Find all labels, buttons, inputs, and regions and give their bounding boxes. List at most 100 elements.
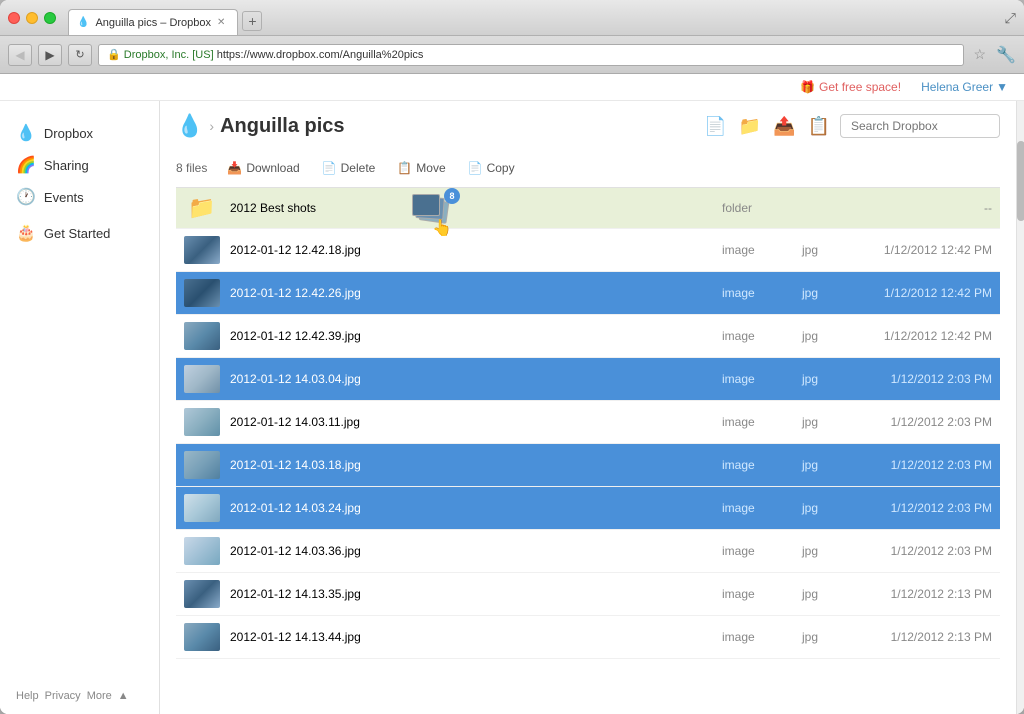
- maximize-button[interactable]: [44, 12, 56, 24]
- breadcrumb-separator: ›: [209, 118, 214, 134]
- table-row[interactable]: 2012-01-12 14.03.11.jpg image jpg 1/12/2…: [176, 401, 1000, 444]
- file-ext: jpg: [802, 329, 852, 343]
- new-folder-icon[interactable]: 📁: [737, 114, 763, 139]
- table-row[interactable]: 📁 2012 Best shots 8 👆: [176, 188, 1000, 229]
- move-button[interactable]: 📋 Move: [387, 157, 455, 179]
- file-name: 2012-01-12 14.03.04.jpg: [230, 372, 722, 386]
- more-link[interactable]: More: [87, 690, 112, 702]
- file-name: 2012-01-12 14.03.18.jpg: [230, 458, 722, 472]
- sidebar-label-events: Events: [44, 190, 84, 205]
- privacy-link[interactable]: Privacy: [45, 690, 81, 702]
- ssl-indicator: 🔒: [107, 48, 121, 61]
- more-arrow-icon: ▲: [118, 690, 129, 702]
- file-ext: jpg: [802, 630, 852, 644]
- breadcrumb: 💧 › Anguilla pics: [176, 113, 345, 139]
- download-icon: 📥: [227, 161, 242, 175]
- file-thumbnail: [184, 580, 220, 608]
- address-bar: ◀ ▶ ↻ 🔒 Dropbox, Inc. [US] https://www.d…: [0, 36, 1024, 74]
- table-row[interactable]: 2012-01-12 12.42.26.jpg image jpg 1/12/2…: [176, 272, 1000, 315]
- tab-close-button[interactable]: ✕: [217, 17, 225, 28]
- content-wrapper: 🎁 Get free space! Helena Greer ▼ 💧 Dropb…: [0, 74, 1024, 714]
- new-tab-button[interactable]: +: [242, 11, 262, 31]
- user-menu[interactable]: Helena Greer ▼: [921, 80, 1008, 94]
- refresh-button[interactable]: ↻: [68, 44, 92, 66]
- fullscreen-icon[interactable]: ⤢: [1005, 9, 1016, 26]
- file-thumbnail: [184, 236, 220, 264]
- file-date: 1/12/2012 12:42 PM: [852, 243, 992, 257]
- file-name: 2012-01-12 12.42.26.jpg: [230, 286, 722, 300]
- sidebar-item-events[interactable]: 🕐 Events: [0, 181, 159, 213]
- file-date: 1/12/2012 2:13 PM: [852, 630, 992, 644]
- file-ext: jpg: [802, 458, 852, 472]
- file-name: 2012-01-12 14.03.36.jpg: [230, 544, 722, 558]
- tab-title: Anguilla pics – Dropbox: [95, 17, 211, 29]
- delete-icon: 📄: [322, 161, 337, 175]
- url-bar[interactable]: 🔒 Dropbox, Inc. [US] https://www.dropbox…: [98, 44, 964, 66]
- file-count: 8 files: [176, 161, 207, 175]
- user-name-label: Helena Greer: [921, 80, 993, 94]
- sidebar-label-get-started: Get Started: [44, 226, 110, 241]
- dropbox-logo-icon: 💧: [176, 113, 203, 139]
- file-area: 💧 › Anguilla pics 📄 📁 📤 📋: [160, 101, 1016, 714]
- table-row[interactable]: 2012-01-12 14.03.24.jpg image jpg 1/12/2…: [176, 487, 1000, 530]
- tools-icon[interactable]: 🔧: [996, 45, 1016, 65]
- file-thumbnail: [184, 494, 220, 522]
- sidebar-label-dropbox: Dropbox: [44, 126, 93, 141]
- copy-icon: 📄: [468, 161, 483, 175]
- table-row[interactable]: 2012-01-12 14.13.44.jpg image jpg 1/12/2…: [176, 616, 1000, 659]
- more-actions-icon[interactable]: 📋: [806, 114, 832, 139]
- file-ext: jpg: [802, 243, 852, 257]
- toolbar: 8 files 📥 Download 📄 Delete 📋 Move: [176, 151, 1000, 188]
- file-date: 1/12/2012 12:42 PM: [852, 329, 992, 343]
- sidebar-item-sharing[interactable]: 🌈 Sharing: [0, 149, 159, 181]
- folder-title: Anguilla pics: [220, 115, 344, 138]
- table-row[interactable]: 2012-01-12 14.13.35.jpg image jpg 1/12/2…: [176, 573, 1000, 616]
- file-thumbnail: [184, 451, 220, 479]
- share-folder-icon[interactable]: 📤: [771, 114, 797, 139]
- dropdown-arrow-icon: ▼: [996, 80, 1008, 94]
- file-name: 2012-01-12 12.42.39.jpg: [230, 329, 722, 343]
- download-button[interactable]: 📥 Download: [217, 157, 309, 179]
- file-name: 2012-01-12 14.03.11.jpg: [230, 415, 722, 429]
- file-date: 1/12/2012 2:03 PM: [852, 544, 992, 558]
- active-tab[interactable]: 💧 Anguilla pics – Dropbox ✕: [68, 9, 238, 35]
- file-date: 1/12/2012 12:42 PM: [852, 286, 992, 300]
- scrollbar-thumb[interactable]: [1017, 141, 1024, 221]
- table-row[interactable]: 2012-01-12 14.03.04.jpg image jpg 1/12/2…: [176, 358, 1000, 401]
- sidebar-item-get-started[interactable]: 🎂 Get Started: [0, 217, 159, 249]
- header-actions: 📄 📁 📤 📋: [702, 114, 1000, 139]
- tab-favicon: 💧: [77, 17, 89, 28]
- minimize-button[interactable]: [26, 12, 38, 24]
- scrollbar-track[interactable]: [1016, 101, 1024, 714]
- file-name: 2012-01-12 14.03.24.jpg: [230, 501, 722, 515]
- file-type: image: [722, 329, 802, 343]
- get-space-link[interactable]: 🎁 Get free space!: [800, 80, 901, 94]
- file-name: 2012-01-12 14.13.35.jpg: [230, 587, 722, 601]
- secure-label: Dropbox, Inc. [US]: [124, 49, 214, 61]
- file-name: 2012-01-12 12.42.18.jpg: [230, 243, 722, 257]
- upload-file-icon[interactable]: 📄: [702, 114, 728, 139]
- file-type: image: [722, 544, 802, 558]
- file-ext: jpg: [802, 415, 852, 429]
- file-name: 2012 Best shots: [230, 201, 722, 215]
- forward-button[interactable]: ▶: [38, 44, 62, 66]
- delete-button[interactable]: 📄 Delete: [312, 157, 386, 179]
- table-row[interactable]: 2012-01-12 14.03.18.jpg image jpg 1/12/2…: [176, 444, 1000, 487]
- copy-button[interactable]: 📄 Copy: [458, 157, 525, 179]
- url-path: /Anguilla%20pics: [340, 49, 424, 61]
- table-row[interactable]: 2012-01-12 12.42.39.jpg image jpg 1/12/2…: [176, 315, 1000, 358]
- file-ext: jpg: [802, 544, 852, 558]
- file-type: image: [722, 630, 802, 644]
- sidebar-item-dropbox[interactable]: 💧 Dropbox: [0, 117, 159, 149]
- close-button[interactable]: [8, 12, 20, 24]
- file-list: 📁 2012 Best shots 8 👆: [176, 188, 1000, 714]
- help-link[interactable]: Help: [16, 690, 39, 702]
- bookmark-icon[interactable]: ☆: [970, 46, 991, 63]
- file-thumbnail: [184, 537, 220, 565]
- table-row[interactable]: 2012-01-12 12.42.18.jpg image jpg 1/12/2…: [176, 229, 1000, 272]
- tabs-area: 💧 Anguilla pics – Dropbox ✕ +: [68, 0, 262, 35]
- table-row[interactable]: 2012-01-12 14.03.36.jpg image jpg 1/12/2…: [176, 530, 1000, 573]
- back-button[interactable]: ◀: [8, 44, 32, 66]
- file-type: image: [722, 243, 802, 257]
- search-input[interactable]: [840, 114, 1000, 138]
